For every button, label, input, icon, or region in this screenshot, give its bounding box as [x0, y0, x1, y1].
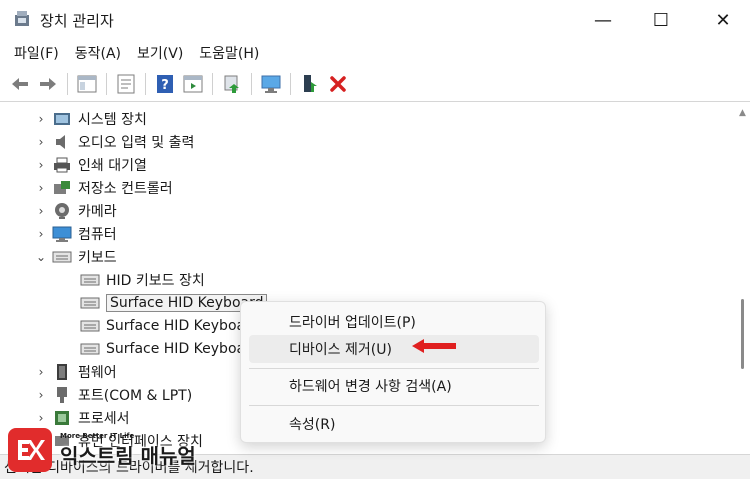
- toolbar-divider: [67, 72, 68, 95]
- speaker-icon: [52, 133, 72, 151]
- menu-item-scan-hardware-changes[interactable]: 하드웨어 변경 사항 검색(A): [249, 372, 539, 400]
- printer-icon: [52, 156, 72, 174]
- chevron-right-icon[interactable]: ›: [34, 176, 48, 199]
- device-manager-app-icon: [12, 9, 32, 29]
- menu-file[interactable]: 파일(F): [8, 43, 65, 63]
- annotation-arrow-icon: [412, 339, 456, 353]
- tree-item-firmware[interactable]: › 펌웨어: [34, 360, 117, 383]
- chevron-right-icon[interactable]: ›: [34, 360, 48, 383]
- context-menu: 드라이버 업데이트(P) 디바이스 제거(U) 하드웨어 변경 사항 검색(A)…: [240, 301, 546, 443]
- menu-item-label: 디바이스 제거(U): [289, 342, 392, 358]
- firmware-icon: [52, 363, 72, 381]
- update-driver-icon[interactable]: [221, 73, 243, 95]
- menu-item-label: 속성(R): [289, 417, 336, 433]
- tree-item-system-devices[interactable]: › 시스템 장치: [34, 107, 147, 130]
- tree-item-surface-keyboard[interactable]: Surface HID Keyboar: [76, 337, 251, 360]
- chevron-right-icon[interactable]: ›: [34, 107, 48, 130]
- menu-item-label: 하드웨어 변경 사항 검색(A): [289, 379, 452, 395]
- toolbar: ?: [0, 66, 750, 102]
- chevron-right-icon[interactable]: ›: [34, 222, 48, 245]
- scan-hardware-icon[interactable]: [260, 73, 282, 95]
- menu-view[interactable]: 보기(V): [131, 43, 189, 63]
- properties-icon[interactable]: [115, 73, 137, 95]
- storage-controller-icon: [52, 179, 72, 197]
- tree-item-label: 컴퓨터: [78, 226, 117, 243]
- tree-item-ports[interactable]: › 포트(COM & LPT): [34, 383, 192, 406]
- scroll-up-arrow-icon[interactable]: ▲: [739, 108, 746, 118]
- tree-item-label: 시스템 장치: [78, 111, 147, 128]
- system-device-icon: [52, 110, 72, 128]
- keyboard-icon: [80, 271, 100, 289]
- tree-item-audio-io[interactable]: › 오디오 입력 및 출력: [34, 130, 194, 153]
- close-button[interactable]: ✕: [700, 6, 746, 34]
- forward-arrow-icon[interactable]: [37, 73, 59, 95]
- menu-action[interactable]: 동작(A): [69, 43, 127, 63]
- tree-item-label: 키보드: [78, 249, 117, 266]
- toolbar-divider: [212, 72, 213, 95]
- toolbar-divider: [251, 72, 252, 95]
- computer-icon: [52, 225, 72, 243]
- watermark-brand: 익스트림 매뉴얼: [60, 443, 196, 468]
- menu-separator: [249, 405, 539, 406]
- chevron-down-icon[interactable]: ⌄: [34, 245, 48, 268]
- tree-item-label: Surface HID Keyboar: [106, 317, 251, 334]
- show-hide-console-tree-icon[interactable]: [76, 73, 98, 95]
- title-bar: 장치 관리자 — ☐ ✕: [0, 0, 750, 40]
- help-icon[interactable]: ?: [154, 73, 176, 95]
- menu-help[interactable]: 도움말(H): [193, 43, 265, 63]
- tree-item-hid-keyboard[interactable]: HID 키보드 장치: [76, 268, 205, 291]
- uninstall-device-icon[interactable]: [327, 73, 349, 95]
- enable-device-icon[interactable]: [299, 73, 321, 95]
- port-icon: [52, 386, 72, 404]
- menu-bar: 파일(F) 동작(A) 보기(V) 도움말(H): [0, 40, 750, 66]
- scroll-thumb[interactable]: [741, 299, 744, 369]
- tree-item-label: 오디오 입력 및 출력: [78, 134, 195, 151]
- tree-item-print-queues[interactable]: › 인쇄 대기열: [34, 153, 147, 176]
- svg-text:?: ?: [161, 78, 169, 93]
- menu-item-properties[interactable]: 속성(R): [249, 410, 539, 438]
- minimize-button[interactable]: —: [580, 6, 626, 34]
- chevron-right-icon[interactable]: ›: [34, 130, 48, 153]
- toolbar-divider: [290, 72, 291, 95]
- toolbar-divider: [145, 72, 146, 95]
- toolbar-divider: [106, 72, 107, 95]
- camera-icon: [52, 202, 72, 220]
- tree-item-label: 저장소 컨트롤러: [78, 180, 173, 197]
- tree-item-label: 펌웨어: [78, 364, 117, 381]
- keyboard-icon: [80, 294, 100, 312]
- tree-item-surface-keyboard-selected[interactable]: Surface HID Keyboard: [76, 291, 268, 314]
- tree-item-keyboards[interactable]: ⌄ 키보드: [34, 245, 117, 268]
- chevron-right-icon[interactable]: ›: [34, 153, 48, 176]
- back-arrow-icon[interactable]: [9, 73, 31, 95]
- tree-item-label: 포트(COM & LPT): [78, 387, 193, 404]
- tree-item-computer[interactable]: › 컴퓨터: [34, 222, 117, 245]
- tree-item-storage-controllers[interactable]: › 저장소 컨트롤러: [34, 176, 173, 199]
- watermark-text: More Better IT Life 익스트림 매뉴얼: [60, 432, 196, 469]
- watermark-logo: [8, 428, 52, 472]
- chevron-right-icon[interactable]: ›: [34, 199, 48, 222]
- keyboard-icon: [52, 248, 72, 266]
- menu-item-uninstall-device[interactable]: 디바이스 제거(U): [249, 335, 539, 363]
- watermark: More Better IT Life 익스트림 매뉴얼: [8, 425, 196, 475]
- tree-item-label: HID 키보드 장치: [106, 272, 205, 289]
- tree-item-cameras[interactable]: › 카메라: [34, 199, 117, 222]
- processor-icon: [52, 409, 72, 427]
- tree-item-label: Surface HID Keyboar: [106, 340, 251, 357]
- chevron-right-icon[interactable]: ›: [34, 383, 48, 406]
- watermark-tagline: More Better IT Life: [60, 431, 135, 440]
- menu-item-update-driver[interactable]: 드라이버 업데이트(P): [249, 308, 539, 336]
- menu-separator: [249, 368, 539, 369]
- tree-item-label: 카메라: [78, 203, 117, 220]
- keyboard-icon: [80, 317, 100, 335]
- action-pane-icon[interactable]: [182, 73, 204, 95]
- window-title: 장치 관리자: [40, 12, 114, 30]
- tree-item-surface-keyboard[interactable]: Surface HID Keyboar: [76, 314, 251, 337]
- vertical-scrollbar[interactable]: ▲: [735, 104, 750, 454]
- menu-item-label: 드라이버 업데이트(P): [289, 315, 416, 331]
- keyboard-icon: [80, 340, 100, 358]
- tree-item-label: 인쇄 대기열: [78, 157, 147, 174]
- maximize-button[interactable]: ☐: [638, 6, 684, 34]
